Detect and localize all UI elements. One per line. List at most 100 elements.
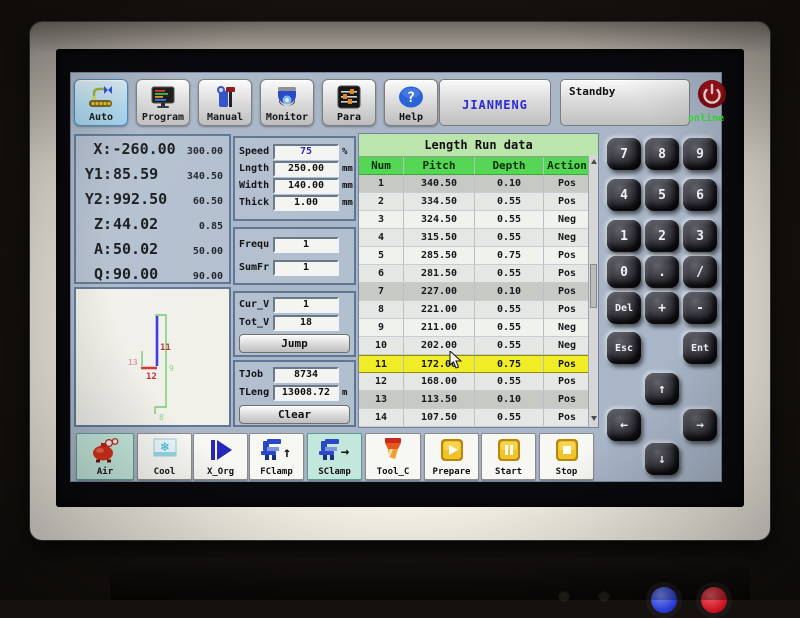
thick-field[interactable]: 1.00 [273, 195, 339, 211]
snowflake-icon: ❄ [151, 437, 179, 463]
thick-label: Thick [239, 197, 269, 208]
start-button[interactable]: Start [481, 433, 536, 480]
arrow-up-key[interactable]: ↑ [645, 373, 679, 405]
tool-c-button[interactable]: Tool_C [365, 433, 421, 480]
scroll-down-icon[interactable] [591, 416, 597, 421]
arrow-left-key[interactable]: ← [607, 409, 641, 441]
svg-text:11: 11 [160, 343, 171, 353]
arrow-right-key[interactable]: → [683, 409, 717, 441]
table-row[interactable]: 11172.000.75Pos [359, 355, 590, 373]
brand-button[interactable]: JIANMENG [439, 79, 551, 126]
profile-drawing: 11 12 13 9 8 [76, 289, 229, 425]
key-del[interactable]: Del [607, 292, 641, 324]
table-row[interactable]: 12168.000.55Pos [359, 373, 590, 391]
length-field[interactable]: 250.00 [273, 161, 339, 177]
tab-label: Program [142, 112, 184, 123]
table-row[interactable]: 14107.500.55Pos [359, 409, 590, 427]
air-button[interactable]: Air [76, 433, 134, 480]
clear-button[interactable]: Clear [239, 405, 350, 424]
jump-button[interactable]: Jump [239, 334, 350, 353]
tab-manual[interactable]: Manual [198, 79, 252, 126]
scroll-up-icon[interactable] [591, 159, 597, 164]
key-1[interactable]: 1 [607, 220, 641, 252]
key-3[interactable]: 3 [683, 220, 717, 252]
tjob-label: TJob [239, 369, 263, 380]
svg-text:12: 12 [146, 372, 157, 382]
axis-ref: 300.00 [176, 146, 229, 157]
param-group-size: Speed 75 % Lngth 250.00 mm Width 140.00 … [233, 136, 356, 221]
key-esc[interactable]: Esc [607, 332, 641, 364]
key-4[interactable]: 4 [607, 179, 641, 211]
fclamp-button[interactable]: ↑ FClamp [249, 433, 304, 480]
table-row[interactable]: 5285.500.75Pos [359, 247, 590, 265]
table-row[interactable]: 9211.000.55Neg [359, 319, 590, 337]
x-org-button[interactable]: X_Org [193, 433, 248, 480]
table-row[interactable]: 2334.500.55Pos [359, 193, 590, 211]
tab-program[interactable]: Program [136, 79, 190, 126]
table-row[interactable]: 6281.500.55Pos [359, 265, 590, 283]
key-0[interactable]: 0 [607, 256, 641, 288]
axes-panel: X -260.00 300.00 Y1 85.59 340.50 Y2 992.… [74, 134, 231, 284]
physical-stop-button[interactable] [696, 582, 732, 618]
clamp-up-icon: ↑ [259, 437, 295, 463]
axis-ref: 50.00 [175, 246, 229, 257]
monitor-screen: Auto Program [56, 49, 744, 507]
key-5[interactable]: 5 [645, 179, 679, 211]
table-row[interactable]: 4315.500.55Neg [359, 229, 590, 247]
key-slash[interactable]: / [683, 256, 717, 288]
tleng-field[interactable]: 13008.72 [273, 385, 339, 401]
key-dot[interactable]: . [645, 256, 679, 288]
standby-button[interactable]: Standby [560, 79, 690, 126]
sumfr-field[interactable]: 1 [273, 260, 339, 276]
svg-text:?: ? [407, 90, 415, 106]
footer-label: Prepare [433, 467, 471, 477]
table-row[interactable]: 8221.000.55Pos [359, 301, 590, 319]
key-8[interactable]: 8 [645, 138, 679, 170]
tab-auto[interactable]: Auto [74, 79, 128, 126]
table-scrollbar[interactable] [588, 156, 598, 427]
speed-unit: % [342, 147, 347, 157]
tab-help[interactable]: ? Help [384, 79, 438, 126]
physical-start-button[interactable] [646, 582, 682, 618]
profile-preview: 11 12 13 9 8 [74, 287, 231, 427]
tjob-field[interactable]: 8734 [273, 367, 339, 383]
key-2[interactable]: 2 [645, 220, 679, 252]
tab-para[interactable]: Para [322, 79, 376, 126]
online-status: online [683, 113, 729, 124]
key-minus[interactable]: - [683, 292, 717, 324]
tab-monitor[interactable]: Monitor [260, 79, 314, 126]
key-6[interactable]: 6 [683, 179, 717, 211]
width-field[interactable]: 140.00 [273, 178, 339, 194]
curv-field[interactable]: 1 [273, 297, 339, 313]
cool-button[interactable]: ❄ Cool [137, 433, 192, 480]
table-header: Num Pitch Depth Action [359, 157, 590, 175]
sclamp-button[interactable]: → SClamp [307, 433, 362, 480]
frequ-field[interactable]: 1 [273, 237, 339, 253]
axis-row: Y2 992.50 60.50 [76, 189, 229, 214]
tleng-label: TLeng [239, 387, 269, 398]
stop-button[interactable]: Stop [539, 433, 594, 480]
table-row[interactable]: 13113.500.10Pos [359, 391, 590, 409]
length-label: Lngth [239, 163, 269, 174]
tab-label: Help [399, 112, 423, 123]
prepare-button[interactable]: Prepare [424, 433, 479, 480]
connector-socket [558, 590, 570, 602]
run-data-table: Length Run data Num Pitch Depth Action 1… [358, 133, 599, 428]
speed-field[interactable]: 75 [273, 144, 339, 160]
power-button[interactable] [697, 79, 727, 109]
totv-field[interactable]: 18 [273, 315, 339, 331]
scroll-thumb[interactable] [590, 264, 597, 308]
col-depth: Depth [475, 157, 544, 175]
key-ent[interactable]: Ent [683, 332, 717, 364]
brand-label: JIANMENG [440, 98, 550, 112]
table-row[interactable]: 7227.000.10Pos [359, 283, 590, 301]
tab-label: Manual [207, 112, 243, 123]
table-row[interactable]: 10202.000.55Neg [359, 337, 590, 355]
table-row[interactable]: 1340.500.10Pos [359, 175, 590, 193]
key-9[interactable]: 9 [683, 138, 717, 170]
arrow-down-key[interactable]: ↓ [645, 443, 679, 475]
key-plus[interactable]: + [645, 292, 679, 324]
key-7[interactable]: 7 [607, 138, 641, 170]
table-row[interactable]: 3324.500.55Neg [359, 211, 590, 229]
air-compressor-icon [90, 437, 120, 463]
